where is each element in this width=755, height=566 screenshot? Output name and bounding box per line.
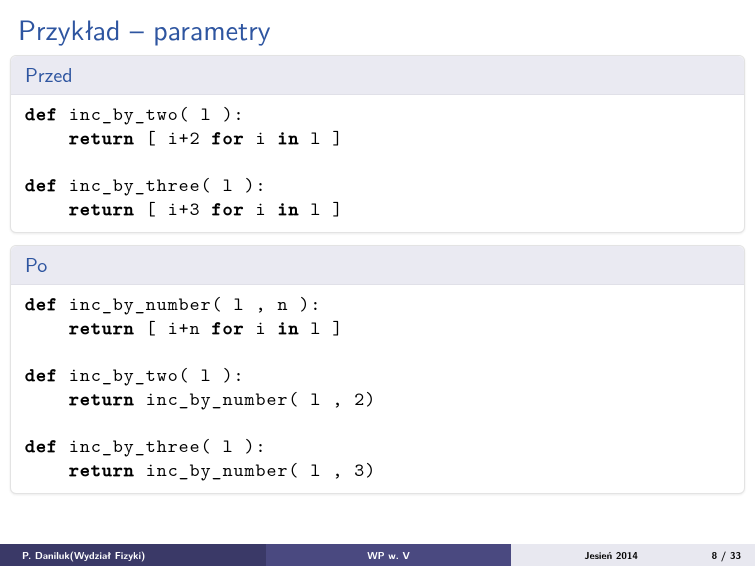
code-po: def inc_by_number( l , n ): return [ i+n… xyxy=(25,293,730,483)
code-przed: def inc_by_two( l ): return [ i+2 for i … xyxy=(25,103,730,222)
block-body-po: def inc_by_number( l , n ): return [ i+n… xyxy=(11,285,744,493)
block-przed: Przed def inc_by_two( l ): return [ i+2 … xyxy=(10,55,745,233)
block-body-przed: def inc_by_two( l ): return [ i+2 for i … xyxy=(11,95,744,232)
block-po: Po def inc_by_number( l , n ): return [ … xyxy=(10,245,745,494)
slide-title: Przykład – parametry xyxy=(0,0,755,55)
slide-content: Przed def inc_by_two( l ): return [ i+2 … xyxy=(0,55,755,566)
footer-author: P. Daniluk(Wydział Fizyki) xyxy=(0,544,266,566)
footer-date: Jesień 2014 xyxy=(511,548,712,562)
footer: P. Daniluk(Wydział Fizyki) WP w. V Jesie… xyxy=(0,544,755,566)
block-header-przed: Przed xyxy=(11,56,744,95)
footer-center: WP w. V xyxy=(266,544,510,566)
footer-page: 8 / 33 xyxy=(712,548,755,562)
block-header-po: Po xyxy=(11,246,744,285)
slide: Przykład – parametry Przed def inc_by_tw… xyxy=(0,0,755,566)
footer-right: Jesień 2014 8 / 33 xyxy=(511,544,755,566)
